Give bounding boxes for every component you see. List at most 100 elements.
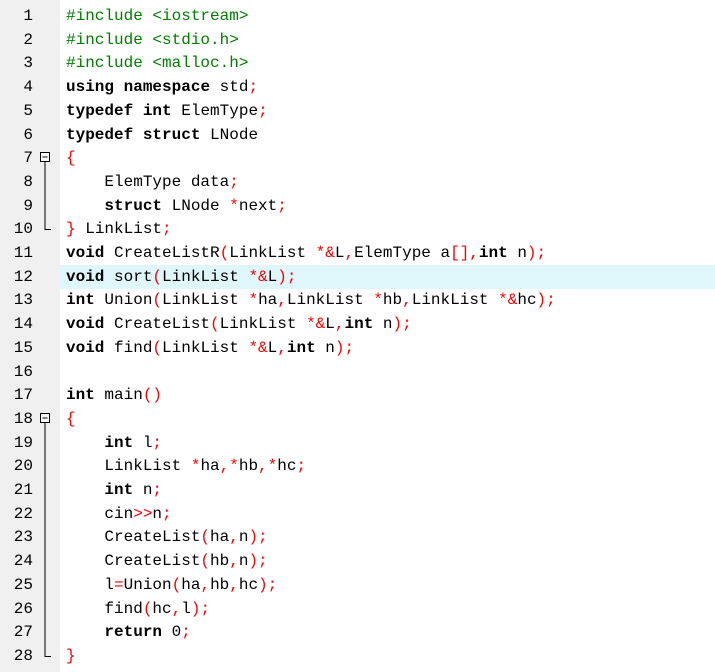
code-line-background xyxy=(60,360,715,384)
code-line[interactable]: 1 #include <iostream> xyxy=(0,4,715,28)
code-token: n xyxy=(238,528,249,547)
fold-collapse-icon[interactable] xyxy=(38,407,52,432)
code-token: hb xyxy=(210,575,230,594)
code-line[interactable]: 16 xyxy=(0,360,715,384)
line-number: 13 xyxy=(13,291,33,310)
code-editor[interactable]: 1 #include <iostream> 2 #include <stdio.h> 3… xyxy=(0,0,715,672)
code-line[interactable]: 22 cin>>n; xyxy=(0,501,715,527)
code-line[interactable]: 9 struct LNode *next; xyxy=(0,193,715,219)
code-line[interactable]: 24 CreateList(hb,n); xyxy=(0,549,715,575)
code-text: struct LNode *next; xyxy=(66,194,287,218)
code-token: ( xyxy=(152,338,163,357)
code-token: ); xyxy=(190,599,211,618)
code-token: ( xyxy=(200,552,211,571)
code-text: int n; xyxy=(66,478,162,502)
code-token: * xyxy=(229,196,239,215)
code-token: n xyxy=(133,481,153,499)
code-line[interactable]: 14 void CreateList(LinkList *&L,int n); xyxy=(0,312,715,336)
code-token: int xyxy=(478,244,508,262)
code-line[interactable]: 5 typedef int ElemType; xyxy=(0,99,715,123)
code-token: #include <malloc.h> xyxy=(66,54,249,73)
code-line[interactable]: 15 void find(LinkList *&L,int n); xyxy=(0,336,715,360)
code-line[interactable]: 23 CreateList(ha,n); xyxy=(0,525,715,551)
fold-line-icon xyxy=(38,572,52,598)
code-line[interactable]: 12 void sort(LinkList *&L); xyxy=(0,264,715,289)
code-token: ); xyxy=(334,338,355,357)
code-token: hc xyxy=(152,599,172,618)
code-line[interactable]: 25 l=Union(ha,hb,hc); xyxy=(0,572,715,598)
fold-line-icon xyxy=(38,525,52,551)
code-token: void xyxy=(66,244,105,262)
code-token: ; xyxy=(181,623,191,642)
code-line[interactable]: 6 typedef struct LNode xyxy=(0,123,715,147)
code-line[interactable]: 8 ElemType data; xyxy=(0,169,715,195)
fold-line-icon xyxy=(38,549,52,575)
code-text: void sort(LinkList *&L); xyxy=(66,265,296,289)
code-token: ( xyxy=(200,528,211,547)
code-token: hb xyxy=(210,552,230,571)
code-token: { xyxy=(66,149,76,168)
code-line[interactable]: 18 { xyxy=(0,407,715,432)
code-line[interactable]: 17 int main() xyxy=(0,383,715,407)
code-token: ha xyxy=(210,528,230,547)
code-line[interactable]: 27 return 0; xyxy=(0,620,715,646)
code-token: typedef xyxy=(66,101,134,120)
code-line[interactable]: 20 LinkList *ha,*hb,*hc; xyxy=(0,454,715,480)
code-token: l xyxy=(66,575,115,594)
line-number: 2 xyxy=(23,30,33,49)
code-token: CreateListR xyxy=(104,244,220,262)
fold-line-icon xyxy=(38,454,52,480)
code-token: next xyxy=(238,196,278,215)
code-text: int l; xyxy=(66,431,162,455)
code-token: int xyxy=(286,338,316,357)
code-token: LinkList xyxy=(162,338,249,357)
code-token: ); xyxy=(392,315,412,334)
code-line[interactable]: 4 using namespace std; xyxy=(0,75,715,99)
code-text: typedef struct LNode xyxy=(66,123,258,147)
line-number: 3 xyxy=(23,54,33,73)
code-token: hb xyxy=(238,457,259,476)
code-token: sort xyxy=(104,267,153,286)
code-token: int xyxy=(142,101,172,120)
code-token: LinkList xyxy=(229,244,316,262)
code-line[interactable]: 3 #include <malloc.h> xyxy=(0,51,715,75)
code-line[interactable]: 11 void CreateListR(LinkList *&L,ElemType… xyxy=(0,241,715,265)
code-line[interactable]: 28} xyxy=(0,643,715,668)
fold-end-icon xyxy=(38,643,52,668)
line-number: 17 xyxy=(13,386,33,405)
code-token: ; xyxy=(277,196,287,215)
line-number: 16 xyxy=(13,362,33,381)
code-line[interactable]: 26 find(hc,l); xyxy=(0,596,715,622)
code-line[interactable]: 7{ xyxy=(0,146,715,172)
code-token: ); xyxy=(248,552,268,571)
code-token: ); xyxy=(248,528,268,547)
code-token: *& xyxy=(248,338,268,357)
line-number: 5 xyxy=(23,101,33,120)
code-token: L xyxy=(325,315,335,334)
code-token: , xyxy=(229,575,239,594)
code-line[interactable]: 2 #include <stdio.h> xyxy=(0,28,715,52)
code-token: LNode xyxy=(162,196,230,215)
code-token: hb xyxy=(382,291,403,310)
code-token: struct xyxy=(104,196,163,215)
code-token: CreateList xyxy=(66,528,201,547)
code-line[interactable]: 19 int l; xyxy=(0,430,715,456)
code-line[interactable]: 10} LinkList; xyxy=(0,217,715,241)
code-line[interactable]: 21 int n; xyxy=(0,478,715,503)
code-token: CreateList xyxy=(66,552,201,571)
code-token: * xyxy=(190,457,201,476)
code-token: *& xyxy=(315,244,335,262)
fold-end-icon xyxy=(38,217,52,241)
code-token: ); xyxy=(536,291,556,310)
code-token: LinkList xyxy=(162,267,249,286)
code-token: find xyxy=(66,599,143,618)
code-token: LinkList xyxy=(411,291,499,310)
code-line[interactable]: 13 int Union(LinkList *ha,LinkList *hb,Li… xyxy=(0,288,715,312)
fold-collapse-icon[interactable] xyxy=(38,146,52,172)
code-token: , xyxy=(277,291,287,310)
line-number: 10 xyxy=(13,220,33,239)
